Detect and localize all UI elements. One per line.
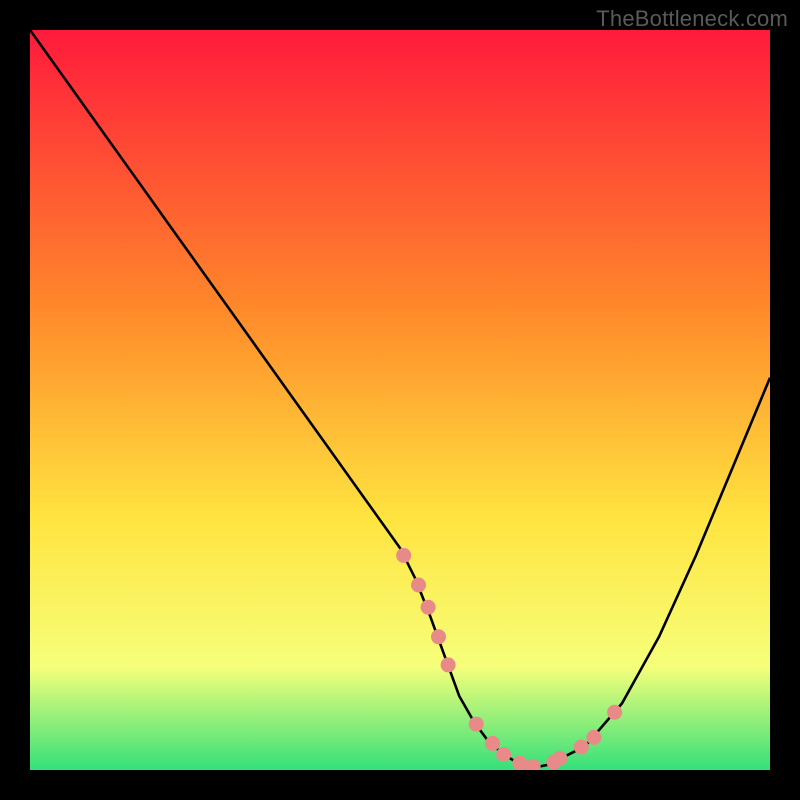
marker-point [396, 548, 411, 563]
marker-point [469, 717, 484, 732]
gradient-background [30, 30, 770, 770]
watermark-text: TheBottleneck.com [596, 6, 788, 32]
plot-area [30, 30, 770, 770]
marker-point [586, 730, 601, 745]
marker-point [411, 578, 426, 593]
marker-point [441, 657, 456, 672]
marker-point [496, 747, 511, 762]
marker-point [485, 736, 500, 751]
marker-point [431, 629, 446, 644]
marker-point [552, 751, 567, 766]
chart-container: { "watermark": "TheBottleneck.com", "col… [0, 0, 800, 800]
marker-point [421, 600, 436, 615]
chart-svg [30, 30, 770, 770]
marker-point [607, 705, 622, 720]
marker-point [574, 740, 589, 755]
